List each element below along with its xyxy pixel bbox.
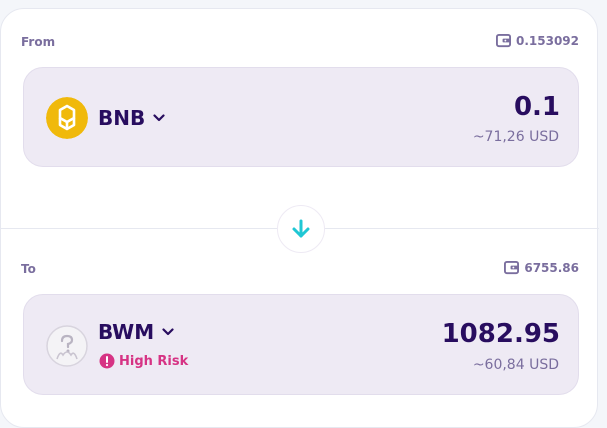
unknown-token-icon [46, 325, 88, 367]
chevron-down-icon [153, 114, 165, 122]
from-label: From [21, 35, 56, 49]
to-amount-output[interactable]: 1082.95 [442, 319, 560, 349]
risk-badge[interactable]: High Risk [99, 353, 188, 369]
from-token-symbol: BNB [98, 106, 146, 130]
arrow-down-icon [292, 219, 310, 238]
wallet-icon [504, 260, 520, 275]
from-balance: 0.153092 [495, 33, 579, 48]
from-balance-value: 0.153092 [515, 33, 579, 48]
to-balance: 6755.86 [504, 260, 579, 275]
swap-direction-button[interactable] [277, 205, 325, 253]
risk-warning-icon [99, 353, 115, 369]
to-token-symbol: BWM [98, 320, 155, 344]
to-token-box: BWM High Risk 1082.95 ~60,84 USD [23, 294, 579, 395]
to-token-selector[interactable]: BWM [98, 320, 174, 344]
risk-label: High Risk [119, 353, 189, 369]
from-token-selector[interactable]: BNB [98, 106, 165, 130]
from-amount-input[interactable]: 0.1 [514, 92, 560, 122]
bnb-logo-icon [46, 97, 88, 139]
to-balance-value: 6755.86 [524, 260, 579, 275]
to-usd-value: ~60,84 USD [472, 357, 559, 373]
from-token-box: BNB 0.1 ~71,26 USD [23, 67, 579, 167]
chevron-down-icon [162, 328, 174, 336]
to-label: To [21, 262, 36, 276]
swap-card: From 0.153092 BNB 0.1 ~71,26 USD To 6755… [0, 8, 599, 428]
wallet-icon [495, 33, 511, 48]
from-usd-value: ~71,26 USD [472, 129, 559, 145]
